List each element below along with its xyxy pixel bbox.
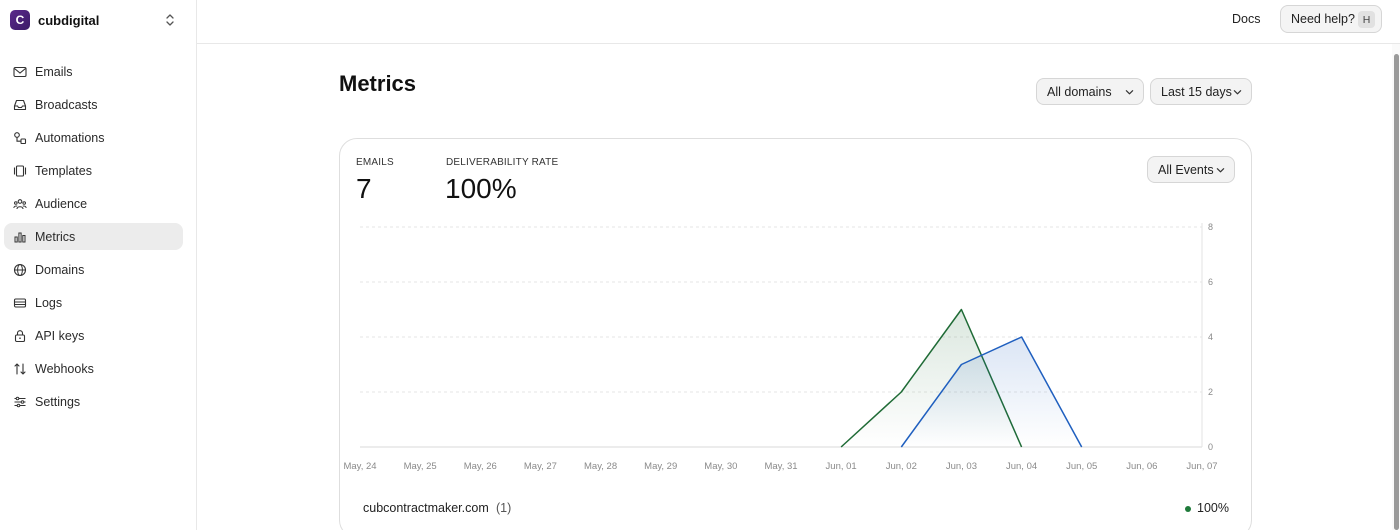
- emails-stat-value: 7: [356, 173, 372, 204]
- sidebar-item-metrics[interactable]: Metrics: [4, 223, 183, 250]
- need-help-button[interactable]: Need help? H: [1280, 5, 1382, 33]
- events-filter-select[interactable]: All Events: [1147, 156, 1235, 183]
- sidebar-item-broadcasts[interactable]: Broadcasts: [4, 91, 183, 118]
- x-tick-label: May, 25: [404, 461, 437, 472]
- x-tick-label: May, 28: [584, 461, 617, 472]
- sidebar-nav: Emails Broadcasts Automations Templates …: [4, 58, 183, 421]
- sidebar: C cubdigital Emails Broadcasts Automatio…: [0, 0, 197, 530]
- users-icon: [13, 197, 27, 211]
- docs-link[interactable]: Docs: [1232, 12, 1260, 26]
- workflow-icon: [13, 131, 27, 145]
- scrollbar-thumb[interactable]: [1394, 54, 1399, 530]
- x-tick-label: Jun, 01: [826, 461, 857, 472]
- template-icon: [13, 164, 27, 178]
- sidebar-item-automations[interactable]: Automations: [4, 124, 183, 151]
- page-title: Metrics: [339, 71, 417, 96]
- team-avatar: C: [10, 10, 30, 30]
- date-range-label: Last 15 days: [1161, 84, 1232, 99]
- y-tick-label: 6: [1208, 277, 1213, 287]
- sidebar-item-label: Broadcasts: [35, 97, 98, 112]
- x-tick-label: Jun, 05: [1066, 461, 1097, 472]
- mail-icon: [13, 65, 27, 79]
- legend-domain-name: cubcontractmaker.com: [363, 501, 489, 515]
- x-tick-label: May, 30: [704, 461, 737, 472]
- chevron-down-icon: [1125, 90, 1134, 95]
- topbar: Docs Need help? H: [197, 0, 1400, 44]
- sidebar-item-label: Templates: [35, 163, 92, 178]
- x-tick-label: May, 24: [343, 461, 376, 472]
- legend-domain-count: (1): [496, 501, 512, 515]
- sidebar-item-label: Emails: [35, 64, 73, 79]
- globe-icon: [13, 263, 27, 277]
- chevron-down-icon: [1233, 90, 1242, 95]
- sliders-icon: [13, 395, 27, 409]
- sidebar-item-label: Audience: [35, 196, 88, 211]
- bar-chart-icon: [13, 230, 27, 244]
- inbox-icon: [13, 98, 27, 112]
- sidebar-item-logs[interactable]: Logs: [4, 289, 183, 316]
- deliverability-stat-value: 100%: [445, 173, 517, 204]
- domain-filter-select[interactable]: All domains: [1036, 78, 1144, 105]
- help-shortcut-key: H: [1358, 11, 1375, 28]
- y-tick-label: 4: [1208, 332, 1213, 342]
- sidebar-item-settings[interactable]: Settings: [4, 388, 183, 415]
- x-tick-label: May, 29: [644, 461, 677, 472]
- team-name: cubdigital: [38, 12, 100, 28]
- sidebar-item-label: API keys: [35, 328, 85, 343]
- status-dot: [1185, 506, 1191, 512]
- team-switcher[interactable]: C cubdigital: [10, 9, 186, 31]
- sidebar-item-templates[interactable]: Templates: [4, 157, 183, 184]
- logs-icon: [13, 296, 27, 310]
- y-tick-label: 8: [1208, 222, 1213, 232]
- x-tick-label: Jun, 02: [886, 461, 917, 472]
- x-tick-label: Jun, 07: [1186, 461, 1217, 472]
- sidebar-item-label: Automations: [35, 130, 105, 145]
- x-tick-label: May, 27: [524, 461, 557, 472]
- sidebar-item-emails[interactable]: Emails: [4, 58, 183, 85]
- sidebar-item-label: Domains: [35, 262, 85, 277]
- sidebar-item-label: Metrics: [35, 229, 76, 244]
- deliverability-stat-label: DELIVERABILITY RATE: [446, 157, 559, 168]
- sidebar-item-label: Logs: [35, 295, 63, 310]
- metrics-line-chart: 0 2 4 6 8 May, 24 May, 25 May, 26 May, 27 May, 28…: [343, 222, 1217, 472]
- x-tick-label: May, 31: [764, 461, 797, 472]
- emails-stat-label: EMAILS: [356, 157, 394, 168]
- events-filter-label: All Events: [1158, 162, 1214, 177]
- sidebar-item-label: Webhooks: [35, 361, 94, 376]
- domain-legend-row: cubcontractmaker.com (1) 100%: [363, 501, 1229, 517]
- x-tick-label: Jun, 06: [1126, 461, 1157, 472]
- chevron-down-icon: [1216, 168, 1225, 173]
- chevron-up-down-icon: [166, 14, 174, 26]
- y-tick-label: 0: [1208, 442, 1213, 452]
- sidebar-item-domains[interactable]: Domains: [4, 256, 183, 283]
- need-help-label: Need help?: [1291, 12, 1355, 26]
- x-tick-label: Jun, 04: [1006, 461, 1037, 472]
- legend-rate: 100%: [1197, 501, 1229, 515]
- domain-filter-label: All domains: [1047, 84, 1112, 99]
- x-tick-label: Jun, 03: [946, 461, 977, 472]
- arrows-icon: [13, 362, 27, 376]
- sidebar-item-label: Settings: [35, 394, 81, 409]
- sidebar-item-api-keys[interactable]: API keys: [4, 322, 183, 349]
- x-tick-label: May, 26: [464, 461, 497, 472]
- metrics-card: EMAILS 7 DELIVERABILITY RATE 100% All Ev…: [339, 138, 1252, 530]
- y-tick-label: 2: [1208, 387, 1213, 397]
- sidebar-item-webhooks[interactable]: Webhooks: [4, 355, 183, 382]
- sidebar-item-audience[interactable]: Audience: [4, 190, 183, 217]
- date-range-select[interactable]: Last 15 days: [1150, 78, 1252, 105]
- lock-icon: [13, 329, 27, 343]
